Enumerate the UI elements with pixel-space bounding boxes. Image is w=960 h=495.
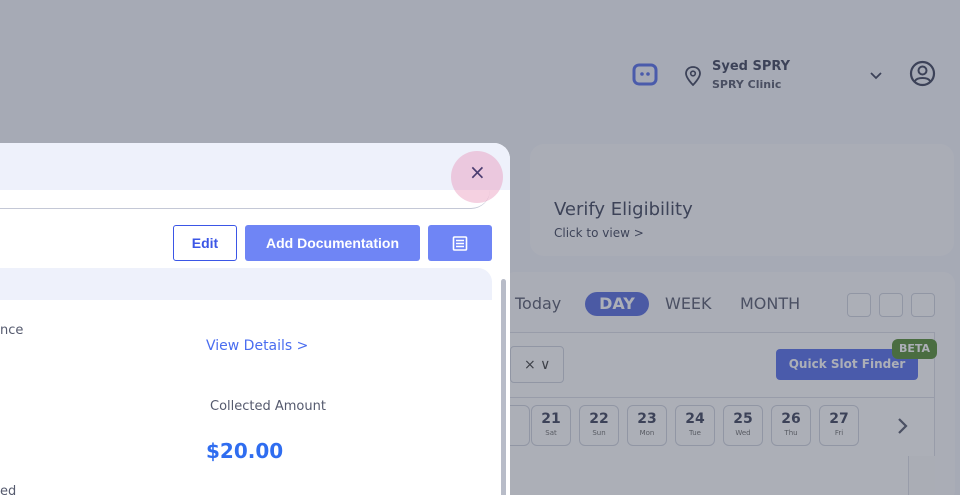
modal-scrollbar[interactable] (501, 279, 506, 495)
appointment-modal: × Edit Add Documentation nce View Detail… (0, 143, 510, 495)
edit-button[interactable]: Edit (173, 225, 237, 261)
section-header (0, 268, 492, 300)
field-label: nce (0, 323, 24, 338)
document-icon (452, 236, 468, 251)
close-icon: × (469, 160, 486, 184)
add-documentation-button[interactable]: Add Documentation (245, 225, 420, 261)
modal-header-divider (0, 190, 490, 209)
view-details-link[interactable]: View Details > (206, 338, 308, 354)
field-label: ed (0, 484, 17, 495)
notes-button[interactable] (428, 225, 492, 261)
collected-amount-value: $20.00 (206, 439, 284, 463)
collected-amount-label: Collected Amount (210, 399, 326, 414)
close-button[interactable]: × (451, 151, 503, 203)
modal-header (0, 143, 510, 190)
